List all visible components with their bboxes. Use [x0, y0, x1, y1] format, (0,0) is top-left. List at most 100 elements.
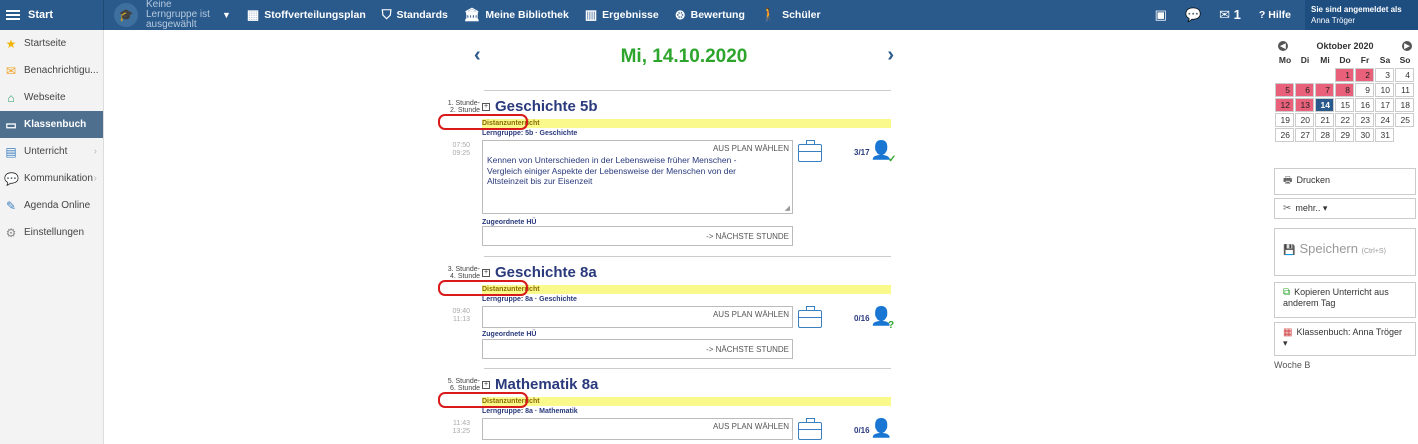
lesson-subject[interactable]: + Geschichte 8a: [482, 264, 597, 281]
copy-lesson-button[interactable]: ⧉ Kopieren Unterricht aus anderem Tag: [1274, 282, 1416, 318]
help-button[interactable]: ? Hilfe: [1259, 9, 1291, 21]
next-month-button[interactable]: ▶: [1402, 41, 1412, 51]
lesson-block: 1. Stunde- 2. Stunde + Geschichte 5b Dist…: [424, 98, 896, 258]
sidebar-item-klassenbuch[interactable]: ▭ Klassenbuch: [0, 111, 103, 138]
calendar-day[interactable]: 31: [1375, 128, 1394, 142]
sidebar-item-kommunikation[interactable]: 💬 Kommunikation ›: [0, 165, 103, 192]
star-icon: ★: [5, 36, 17, 51]
lerngruppe-info: Lerngruppe: 8a · Geschichte: [482, 296, 577, 303]
briefcase-icon[interactable]: [798, 418, 822, 440]
shield-icon: ⛉: [381, 7, 392, 22]
calendar-day[interactable]: 29: [1335, 128, 1354, 142]
calendar-day[interactable]: 2: [1355, 68, 1374, 82]
calendar-day[interactable]: 21: [1315, 113, 1334, 127]
calendar-day[interactable]: 23: [1355, 113, 1374, 127]
expand-icon[interactable]: +: [482, 269, 490, 278]
more-button[interactable]: ✂ mehr.. ▾: [1274, 198, 1416, 219]
hu-field[interactable]: -> NÄCHSTE STUNDE: [482, 339, 793, 359]
calendar-day[interactable]: 28: [1315, 128, 1334, 142]
nav-stoffverteilungsplan[interactable]: ▦ Stoffverteilungsplan: [247, 7, 366, 23]
lesson-content-text: Kennen von Unterschieden in der Lebenswe…: [487, 155, 737, 186]
choose-from-plan-button[interactable]: AUS PLAN WÄHLEN: [713, 310, 789, 319]
previous-month-button[interactable]: ◀: [1278, 41, 1288, 51]
annotation-circle: [438, 280, 528, 296]
chat-icon[interactable]: 💬: [1185, 7, 1201, 23]
login-user: Anna Tröger: [1311, 16, 1356, 25]
next-lesson-button[interactable]: -> NÄCHSTE STUNDE: [706, 345, 789, 354]
lesson-subject[interactable]: + Geschichte 5b: [482, 98, 598, 115]
calendar-day[interactable]: 7: [1315, 83, 1334, 97]
highlight-bar: [482, 119, 891, 128]
calendar-day[interactable]: 27: [1295, 128, 1314, 142]
lesson-period: 1. Stunde- 2. Stunde: [447, 100, 480, 114]
nav-meine-bibliothek[interactable]: 🏛 Meine Bibliothek: [464, 7, 569, 23]
next-lesson-button[interactable]: -> NÄCHSTE STUNDE: [706, 232, 789, 241]
nav-bewertung[interactable]: ⊛ Bewertung: [675, 7, 745, 23]
expand-icon[interactable]: +: [482, 381, 490, 390]
person-icon[interactable]: 👤: [870, 418, 892, 439]
pencil-icon: ✎: [5, 198, 17, 213]
calendar-day[interactable]: 14: [1315, 98, 1334, 112]
calendar-day[interactable]: 19: [1275, 113, 1294, 127]
calendar-day[interactable]: 16: [1355, 98, 1374, 112]
calendar-day[interactable]: 3: [1375, 68, 1394, 82]
print-button[interactable]: 🖶 Drucken: [1274, 168, 1416, 195]
annotation-circle: [438, 392, 528, 408]
calendar-day[interactable]: 13: [1295, 98, 1314, 112]
weekday-header: Di: [1300, 55, 1310, 65]
nav-standards[interactable]: ⛉ Standards: [382, 7, 448, 23]
sidebar-item-benachrichtigungen[interactable]: ✉ Benachrichtigu...: [0, 57, 103, 84]
cast-icon[interactable]: ▣: [1155, 7, 1167, 23]
hu-field[interactable]: -> NÄCHSTE STUNDE: [482, 226, 793, 246]
briefcase-icon[interactable]: [798, 306, 822, 328]
choose-from-plan-button[interactable]: AUS PLAN WÄHLEN: [713, 144, 789, 153]
lesson-subject[interactable]: + Mathematik 8a: [482, 376, 598, 393]
calendar-day[interactable]: 11: [1395, 83, 1414, 97]
sidebar-item-webseite[interactable]: ⌂ Webseite: [0, 84, 103, 111]
calendar-day[interactable]: 25: [1395, 113, 1414, 127]
calendar-day[interactable]: 10: [1375, 83, 1394, 97]
calendar-day[interactable]: 24: [1375, 113, 1394, 127]
calendar-day[interactable]: 15: [1335, 98, 1354, 112]
calendar-day[interactable]: 1: [1335, 68, 1354, 82]
nav-ergebnisse[interactable]: ▥ Ergebnisse: [585, 7, 659, 23]
sidebar-item-einstellungen[interactable]: ⚙ Einstellungen: [0, 219, 103, 246]
mail-icon[interactable]: ✉ 1: [1219, 7, 1241, 23]
weekday-header: Mi: [1320, 55, 1330, 65]
calendar-day[interactable]: 9: [1355, 83, 1374, 97]
nav-schueler[interactable]: 🚶 Schüler: [761, 7, 821, 23]
start-menu-button[interactable]: Start: [0, 0, 104, 30]
expand-icon[interactable]: +: [482, 103, 490, 112]
calendar-day[interactable]: 4: [1395, 68, 1414, 82]
calendar-day[interactable]: 6: [1295, 83, 1314, 97]
calendar-day[interactable]: 12: [1275, 98, 1294, 112]
lesson-content-textarea[interactable]: AUS PLAN WÄHLEN: [482, 418, 793, 440]
calendar-day[interactable]: 8: [1335, 83, 1354, 97]
lerngruppe-label: Keine Lerngruppe ist ausgewählt: [146, 0, 210, 30]
calendar-day[interactable]: 18: [1395, 98, 1414, 112]
calendar-day[interactable]: 5: [1275, 83, 1294, 97]
lesson-content-textarea[interactable]: AUS PLAN WÄHLEN Kennen von Unterschieden…: [482, 140, 793, 214]
save-button[interactable]: 💾 Speichern (Ctrl+S): [1274, 228, 1416, 276]
calendar-day[interactable]: 30: [1355, 128, 1374, 142]
classbook-selector[interactable]: ▦ Klassenbuch: Anna Tröger ▾: [1274, 322, 1416, 356]
lesson-time: 09:40 11:13: [452, 308, 470, 323]
lesson-block: 3. Stunde- 4. Stunde + Geschichte 8a Dist…: [424, 264, 894, 364]
next-day-button[interactable]: ›: [887, 44, 894, 67]
sidebar-item-agenda-online[interactable]: ✎ Agenda Online: [0, 192, 103, 219]
lerngruppe-selector[interactable]: 🎓 Keine Lerngruppe ist ausgewählt ▼: [114, 0, 231, 30]
sidebar-item-unterricht[interactable]: ▤ Unterricht ›: [0, 138, 103, 165]
resize-grip-icon[interactable]: ◢: [785, 204, 790, 212]
calendar-day[interactable]: 17: [1375, 98, 1394, 112]
lerngruppe-info: Lerngruppe: 8a · Mathematik: [482, 408, 578, 415]
calendar-day[interactable]: 20: [1295, 113, 1314, 127]
top-right-tools: ▣ 💬 ✉ 1 ? Hilfe Sie sind angemeldet als …: [1155, 0, 1418, 30]
lesson-content-textarea[interactable]: AUS PLAN WÄHLEN: [482, 306, 793, 328]
calendar-day[interactable]: 26: [1275, 128, 1294, 142]
calendar-day[interactable]: 22: [1335, 113, 1354, 127]
user-login-box[interactable]: Sie sind angemeldet als Anna Tröger: [1305, 0, 1418, 30]
briefcase-icon[interactable]: [798, 140, 822, 162]
sidebar-item-startseite[interactable]: ★ Startseite: [0, 30, 103, 57]
choose-from-plan-button[interactable]: AUS PLAN WÄHLEN: [713, 422, 789, 431]
library-icon: 🏛: [463, 7, 481, 22]
